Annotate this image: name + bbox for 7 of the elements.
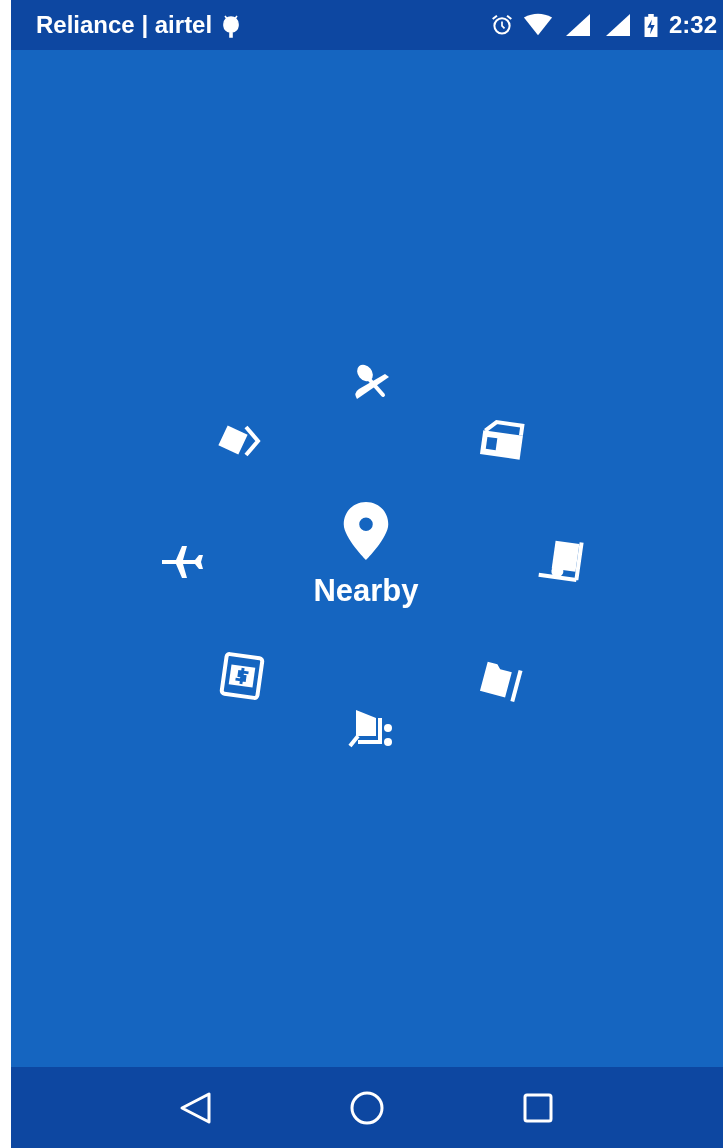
carrier-name: Reliance | airtel [36,11,213,39]
battery-charging-icon [642,13,659,37]
clock-time: 2:32 [668,11,717,39]
location-pin-icon [342,500,390,561]
nearby-label: Nearby [313,572,419,609]
home-button[interactable] [349,1089,385,1126]
wifi-icon [522,13,553,37]
